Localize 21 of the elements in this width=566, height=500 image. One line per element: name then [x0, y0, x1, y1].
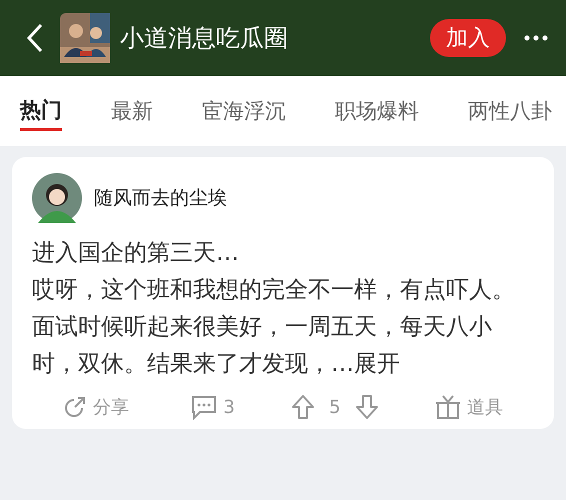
comment-icon — [191, 394, 218, 420]
tab[interactable]: 职场爆料 — [335, 93, 419, 129]
share-icon — [63, 395, 88, 419]
tab[interactable]: 最新 — [111, 93, 153, 129]
tab[interactable]: 两性八卦 — [468, 93, 552, 129]
tab[interactable]: 宦海浮沉 — [202, 93, 286, 129]
downvote-icon[interactable] — [354, 394, 379, 420]
join-button[interactable]: 加入 — [430, 19, 506, 57]
post-text: 进入国企的第三天… — [32, 239, 240, 268]
group-title: 小道消息吃瓜圈 — [120, 23, 289, 54]
more-icon[interactable] — [524, 35, 548, 41]
upvote-icon[interactable] — [291, 394, 316, 420]
post-text: 面试时候听起来很美好，一周五天，每天八小时，双休。结果来了才发现，…展开 — [32, 313, 493, 379]
expand-link[interactable]: 展开 — [354, 351, 400, 377]
tab[interactable]: 热门 — [20, 92, 62, 130]
vote-count: 5 — [329, 396, 341, 418]
author-name: 随风而去的尘埃 — [94, 186, 227, 211]
back-icon[interactable] — [26, 23, 44, 53]
avatar-icon — [32, 173, 82, 223]
post-text: 哎呀，这个班和我想的完全不一样，有点吓人。 — [32, 276, 516, 305]
gift-icon — [434, 394, 461, 420]
